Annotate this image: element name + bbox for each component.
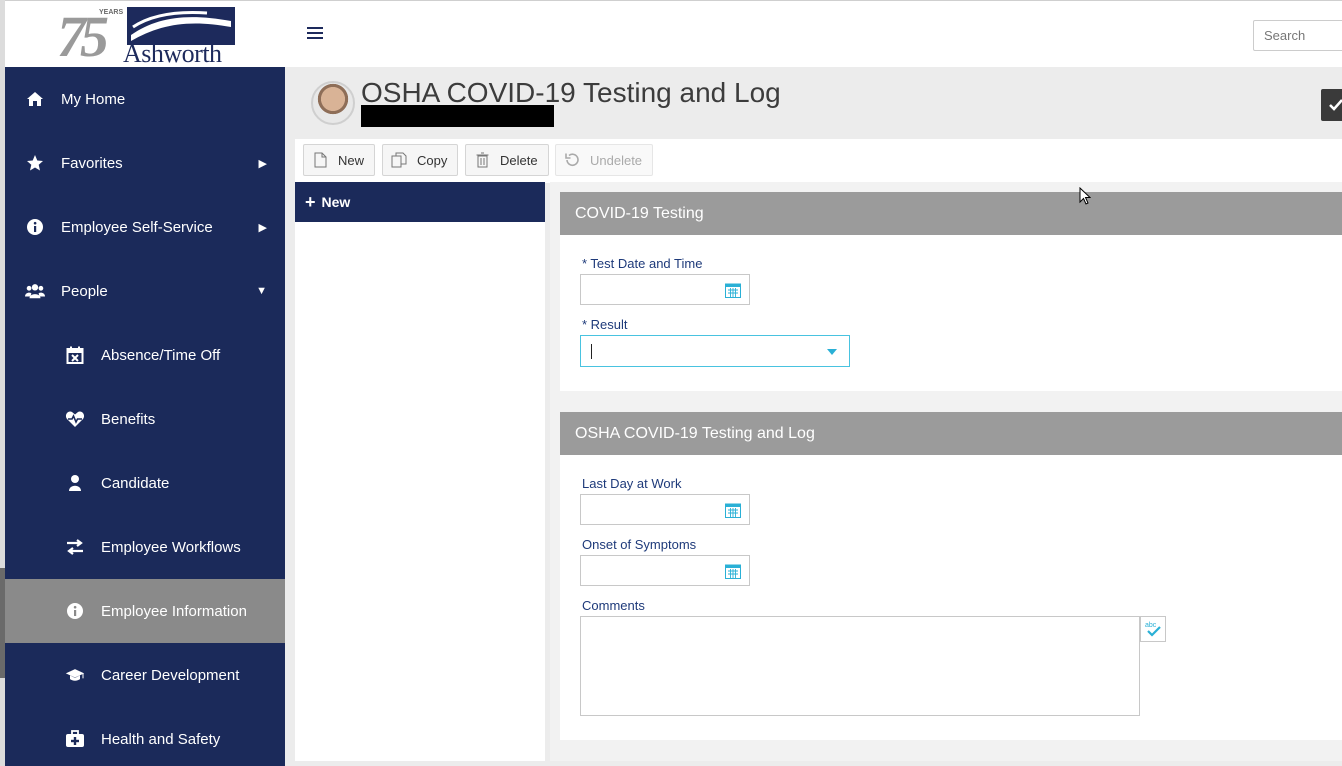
osha-log-section: OSHA COVID-19 Testing and Log Last Day a… — [560, 412, 1342, 740]
info-icon — [65, 601, 85, 621]
first-aid-kit-icon — [65, 729, 85, 749]
sidebar-item-employee-information[interactable]: Employee Information — [5, 579, 285, 643]
spellcheck-button[interactable]: abc — [1140, 616, 1166, 642]
svg-text:abc: abc — [1145, 622, 1157, 629]
chevron-down-icon[interactable] — [827, 349, 837, 355]
sidebar-item-label: Career Development — [101, 666, 240, 684]
logo-anniversary-number: 75 — [57, 4, 109, 69]
section-header: OSHA COVID-19 Testing and Log — [560, 412, 1342, 455]
sidebar-item-people[interactable]: People ▼ — [5, 259, 285, 323]
result-label: * Result — [582, 317, 628, 332]
sidebar-item-label: People — [61, 282, 108, 300]
spellcheck-icon: abc — [1145, 622, 1161, 637]
undelete-button-label: Undelete — [590, 152, 643, 168]
last-day-at-work-label: Last Day at Work — [582, 476, 682, 491]
copy-icon — [391, 152, 407, 168]
sidebar-item-label: My Home — [61, 90, 126, 108]
result-select[interactable] — [580, 335, 850, 367]
calendar-icon[interactable] — [725, 563, 741, 579]
new-record-item[interactable]: + New — [295, 182, 545, 222]
undelete-button[interactable]: Undelete — [555, 144, 654, 176]
sidebar-item-label: Favorites — [61, 154, 123, 172]
mouse-pointer-icon — [1079, 187, 1091, 205]
person-icon — [65, 473, 85, 493]
sidebar-item-label: Employee Workflows — [101, 538, 241, 556]
text-cursor — [591, 344, 592, 359]
calendar-icon[interactable] — [725, 282, 741, 298]
calendar-icon[interactable] — [725, 502, 741, 518]
test-date-label: * Test Date and Time — [582, 256, 703, 271]
new-record-label: New — [321, 194, 351, 210]
chevron-right-icon: ▶ — [258, 157, 267, 170]
checkmark-icon — [1329, 99, 1342, 111]
menu-toggle-icon[interactable] — [307, 27, 323, 41]
record-list-panel: + New — [295, 182, 545, 761]
redacted-employee-name — [361, 105, 554, 127]
copy-button[interactable]: Copy — [382, 144, 459, 176]
logo-company-name: Ashworth — [123, 39, 222, 68]
sidebar-item-my-home[interactable]: My Home — [5, 67, 285, 131]
delete-button[interactable]: Delete — [465, 144, 549, 176]
avatar[interactable] — [311, 81, 355, 125]
plus-icon: + — [305, 191, 316, 212]
star-icon — [25, 153, 45, 173]
sidebar-item-favorites[interactable]: Favorites ▶ — [5, 131, 285, 195]
test-date-field[interactable] — [580, 274, 750, 305]
delete-button-label: Delete — [500, 152, 538, 168]
sidebar-item-label: Employee Self-Service — [61, 218, 213, 236]
comments-textarea[interactable] — [580, 616, 1140, 716]
logo-years-text: YEARS — [99, 9, 124, 16]
calendar-x-icon — [65, 345, 85, 365]
top-header: 75 YEARS Ashworth — [5, 0, 1342, 69]
home-icon — [25, 89, 45, 109]
save-check-button[interactable] — [1321, 89, 1342, 121]
section-header: COVID-19 Testing — [560, 192, 1342, 235]
sidebar-item-label: Health and Safety — [101, 730, 221, 748]
sidebar-item-candidate[interactable]: Candidate — [5, 451, 285, 515]
sidebar-item-label: Absence/Time Off — [101, 346, 221, 364]
info-icon — [25, 217, 45, 237]
new-document-icon — [312, 152, 328, 168]
trash-icon — [474, 152, 490, 168]
sidebar-item-benefits[interactable]: Benefits — [5, 387, 285, 451]
page-header: OSHA COVID-19 Testing and Log — [285, 67, 1342, 139]
heartbeat-icon — [65, 409, 85, 429]
last-day-at-work-field[interactable] — [580, 494, 750, 525]
new-button[interactable]: New — [303, 144, 376, 176]
people-icon — [25, 281, 45, 301]
sidebar-nav: My Home Favorites ▶ Employee Self-Servic… — [5, 67, 285, 766]
copy-button-label: Copy — [417, 152, 448, 168]
chevron-down-icon: ▼ — [256, 285, 267, 297]
sidebar-item-career-development[interactable]: Career Development — [5, 643, 285, 707]
exchange-arrows-icon — [65, 537, 85, 557]
record-toolbar: New Copy Delete Undelete — [295, 139, 1342, 183]
sidebar-item-label: Candidate — [101, 474, 170, 492]
sidebar-item-health-and-safety[interactable]: Health and Safety — [5, 707, 285, 766]
search-input[interactable] — [1253, 20, 1342, 51]
undo-icon — [564, 152, 580, 168]
covid-testing-section: COVID-19 Testing * Test Date and Time * … — [560, 192, 1342, 391]
sidebar-item-label: Benefits — [101, 410, 156, 428]
form-area: COVID-19 Testing * Test Date and Time * … — [550, 182, 1342, 761]
chevron-right-icon: ▶ — [258, 221, 267, 234]
onset-of-symptoms-label: Onset of Symptoms — [582, 537, 697, 552]
main-content: OSHA COVID-19 Testing and Log New Copy D… — [285, 67, 1342, 766]
sidebar-item-employee-workflows[interactable]: Employee Workflows — [5, 515, 285, 579]
company-logo[interactable]: 75 YEARS Ashworth — [57, 4, 237, 69]
graduation-cap-icon — [65, 665, 85, 685]
onset-of-symptoms-field[interactable] — [580, 555, 750, 586]
sidebar-item-absence-time-off[interactable]: Absence/Time Off — [5, 323, 285, 387]
sidebar-item-employee-self-service[interactable]: Employee Self-Service ▶ — [5, 195, 285, 259]
sidebar-item-label: Employee Information — [101, 602, 247, 620]
new-button-label: New — [338, 152, 365, 168]
comments-label: Comments — [582, 598, 645, 613]
